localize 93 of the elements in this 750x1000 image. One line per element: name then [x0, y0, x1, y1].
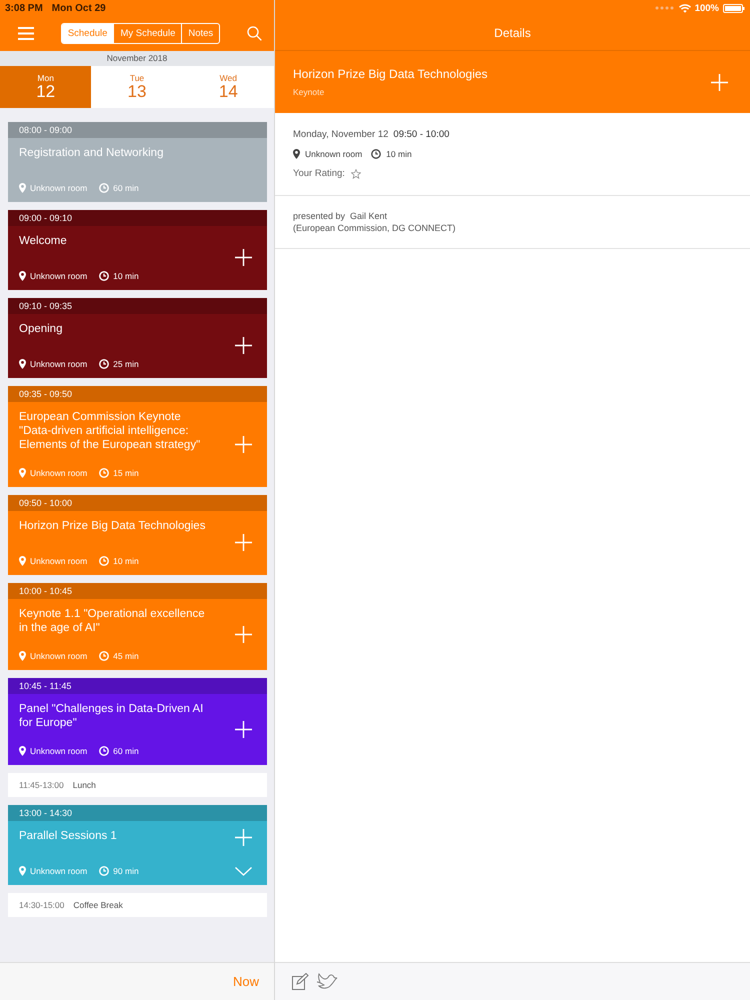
menu-icon[interactable] — [18, 27, 34, 40]
signal-icon — [654, 6, 675, 10]
session-card[interactable]: 08:00 - 09:00 Registration and Networking Unknown room 60 min — [8, 122, 267, 202]
session-room: Unknown room — [30, 866, 88, 876]
segment-tab[interactable]: Notes — [181, 24, 220, 43]
chevron-down-icon[interactable] — [235, 867, 252, 876]
clock-icon — [99, 746, 110, 756]
event-duration: 10 min — [386, 149, 412, 159]
clock-icon — [99, 651, 110, 661]
clock-icon — [99, 468, 110, 478]
battery-icon — [723, 4, 745, 12]
session-duration: 90 min — [113, 866, 139, 876]
session-title: Opening — [19, 322, 64, 336]
location-pin-icon — [19, 746, 26, 756]
session-card[interactable]: 13:00 - 14:30 Parallel Sessions 1 Unknown room 90 min — [8, 805, 267, 885]
event-room: Unknown room — [305, 149, 362, 159]
details-title: Details — [493, 25, 532, 42]
compose-icon[interactable] — [292, 973, 309, 990]
session-time: 13:00 - 14:30 — [8, 805, 267, 821]
location-pin-icon — [19, 651, 26, 661]
event-time: 09:50 - 10:00 — [393, 129, 450, 140]
session-time: 10:00 - 10:45 — [8, 583, 267, 599]
session-room: Unknown room — [30, 359, 88, 369]
clock-icon — [99, 183, 110, 193]
clock-icon — [99, 271, 110, 281]
add-icon[interactable] — [235, 720, 252, 738]
session-card[interactable]: 09:35 - 09:50 European Commission Keynote "Data-driven artificial intelligence: Elements of the European strategy" Unknown room 15 min — [8, 386, 267, 487]
location-pin-icon — [19, 866, 26, 876]
session-title: European Commission Keynote "Data-driven artificial intelligence: Elements of the European strategy" — [19, 410, 202, 452]
month-label: November 2018 — [0, 51, 274, 66]
session-title: Welcome — [19, 234, 68, 248]
session-room: Unknown room — [30, 556, 88, 566]
session-title: Parallel Sessions 1 — [19, 829, 118, 843]
now-button[interactable]: Now — [232, 974, 259, 989]
wifi-icon — [678, 4, 691, 12]
session-room: Unknown room — [30, 746, 88, 756]
location-pin-icon — [19, 556, 26, 566]
location-pin-icon — [19, 183, 26, 193]
add-icon[interactable] — [235, 249, 252, 266]
session-room: Unknown room — [30, 183, 88, 193]
event-date: Monday, November 12 — [293, 129, 388, 140]
break-title: Coffee Break — [73, 900, 123, 910]
location-pin-icon — [19, 271, 26, 281]
session-card[interactable]: 09:50 - 10:00 Horizon Prize Big Data Technologies Unknown room 10 min — [8, 495, 267, 575]
clock-icon — [371, 149, 382, 159]
session-duration: 60 min — [113, 746, 139, 756]
session-duration: 10 min — [113, 271, 139, 281]
break-time: 11:45-13:00 — [19, 780, 64, 790]
bird-icon[interactable] — [316, 973, 338, 990]
break-title: Lunch — [72, 780, 96, 790]
session-duration: 25 min — [113, 359, 139, 369]
session-time: 09:50 - 10:00 — [8, 495, 267, 511]
presenter-line: presented by Gail Kent — [293, 210, 388, 222]
session-title: Registration and Networking — [19, 146, 164, 160]
break-time: 14:30-15:00 — [19, 900, 64, 910]
segment-tab[interactable]: My Schedule — [113, 24, 182, 43]
star-icon[interactable] — [350, 168, 361, 178]
search-icon[interactable] — [247, 26, 262, 41]
session-time: 10:45 - 11:45 — [8, 678, 267, 694]
clock-icon — [99, 556, 110, 566]
clock-icon — [99, 866, 110, 876]
day-tab[interactable]: Mon 12 — [0, 66, 92, 108]
session-card[interactable]: 09:00 - 09:10 Welcome Unknown room 10 min — [8, 210, 267, 290]
status-time: 3:08 PM — [5, 2, 43, 14]
session-room: Unknown room — [30, 651, 88, 661]
session-duration: 15 min — [113, 468, 139, 478]
session-title: Keynote 1.1 "Operational excellence in the age of AI" — [19, 607, 206, 635]
session-room: Unknown room — [30, 271, 88, 281]
status-date: Mon Oct 29 — [52, 2, 106, 14]
rating-label: Your Rating: — [293, 168, 345, 179]
event-title: Horizon Prize Big Data Technologies — [293, 67, 488, 81]
session-time: 09:00 - 09:10 — [8, 210, 267, 226]
session-duration: 10 min — [113, 556, 139, 566]
event-type: Keynote — [293, 87, 326, 97]
location-pin-icon — [293, 149, 300, 159]
session-duration: 60 min — [113, 183, 139, 193]
session-title: Horizon Prize Big Data Technologies — [19, 519, 206, 533]
session-time: 09:35 - 09:50 — [8, 386, 267, 402]
session-duration: 45 min — [113, 651, 139, 661]
session-time: 08:00 - 09:00 — [8, 122, 267, 138]
session-card[interactable]: 10:00 - 10:45 Keynote 1.1 "Operational excellence in the age of AI" Unknown room 45 min — [8, 583, 267, 670]
segment-tab[interactable]: Schedule — [62, 24, 114, 43]
add-icon[interactable] — [235, 337, 252, 354]
presenter-affiliation: (European Commission, DG CONNECT) — [293, 222, 457, 234]
location-pin-icon — [19, 359, 26, 369]
session-card[interactable]: 10:45 - 11:45 Panel "Challenges in Data-Driven AI for Europe" Unknown room 60 min — [8, 678, 267, 765]
battery-percent: 100% — [694, 2, 719, 14]
session-time: 09:10 - 09:35 — [8, 298, 267, 314]
session-card[interactable]: 09:10 - 09:35 Opening Unknown room 25 min — [8, 298, 267, 378]
session-room: Unknown room — [30, 468, 88, 478]
clock-icon — [99, 359, 110, 369]
session-title: Panel "Challenges in Data-Driven AI for Europe" — [19, 702, 204, 730]
location-pin-icon — [19, 468, 26, 478]
